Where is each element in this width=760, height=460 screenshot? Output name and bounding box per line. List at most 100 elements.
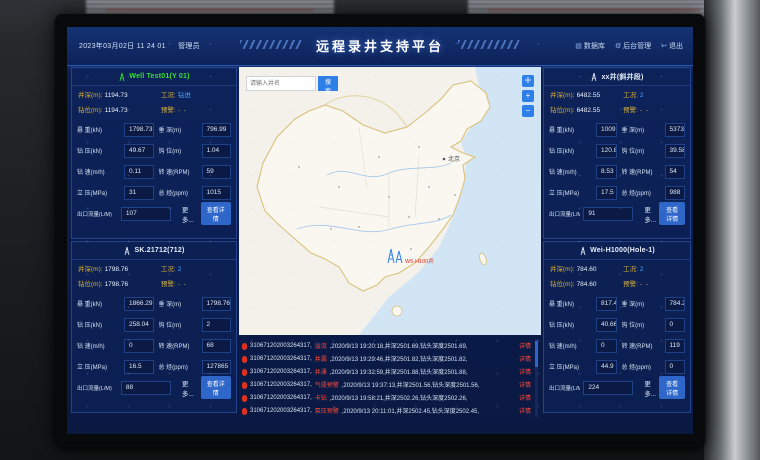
more-link[interactable]: 更多... bbox=[644, 204, 656, 224]
depth-label: 井深(m): bbox=[550, 92, 575, 99]
alarm-bell-icon bbox=[242, 395, 247, 401]
log-alarm-type: 井涌 bbox=[315, 367, 327, 376]
beijing-label: 北京 bbox=[448, 155, 460, 163]
log-detail-link[interactable]: 详情 bbox=[519, 341, 531, 350]
outflow-value: 88 bbox=[121, 381, 171, 395]
workcond-label: 工况: bbox=[623, 92, 638, 99]
log-row[interactable]: 310671202003264317,气侵预警,2020/9/13 19:37:… bbox=[242, 378, 531, 391]
totalgas-value: 127865 bbox=[202, 360, 232, 374]
well-panel-2: SK.21712(712) 井深(m):1798.76 工况:2 钻位(m):1… bbox=[71, 241, 237, 413]
hookpos-label: 钩 位(m) bbox=[622, 320, 662, 329]
wob-label: 钻 压(kN) bbox=[549, 320, 593, 329]
log-detail-link[interactable]: 详情 bbox=[519, 367, 531, 376]
log-scrollbar-track[interactable] bbox=[535, 339, 538, 417]
outflow-value: 91 bbox=[583, 207, 633, 221]
right-well-column: xx井(斜井段) 井深(m):6482.55 工况:2 钻位(m):6482.5… bbox=[543, 67, 691, 415]
rpm-value: 119 bbox=[665, 339, 686, 353]
log-row[interactable]: 310671202003264317,泵压预警,2020/9/13 20:11:… bbox=[242, 404, 531, 417]
depth-value: 1798.76 bbox=[105, 266, 129, 273]
log-well-id: 310671202003264317, bbox=[250, 408, 312, 414]
outflow-value: 107 bbox=[121, 207, 171, 221]
log-alarm-type: 气侵预警 bbox=[315, 380, 339, 389]
hookpos-value: 0 bbox=[665, 318, 686, 332]
log-row[interactable]: 310671202003264317,溢流,2020/9/13 19:20:18… bbox=[242, 339, 531, 352]
log-row[interactable]: 310671202003264317,卡钻,2020/9/13 19:58:21… bbox=[242, 391, 531, 404]
totalgas-value: 0 bbox=[665, 360, 686, 374]
nav-admin[interactable]: ⚙后台管理 bbox=[615, 41, 651, 51]
well-panel-header: xx井(斜井段) bbox=[544, 68, 690, 86]
alarm-bell-icon bbox=[242, 408, 247, 414]
wob-value: 49.67 bbox=[124, 144, 154, 158]
nav-database[interactable]: ▤数据库 bbox=[575, 41, 605, 51]
log-alarm-type: 卡钻 bbox=[315, 393, 327, 402]
log-scrollbar-thumb[interactable] bbox=[535, 341, 538, 367]
hookload-label: 悬 重(kN) bbox=[549, 125, 593, 134]
log-detail-text: ,2020/9/13 20:11:01,井深2502.45,钻头深度2502.4… bbox=[342, 406, 479, 415]
well-name: xx井(斜井段) bbox=[601, 72, 643, 82]
spp-label: 立 压(MPa) bbox=[549, 362, 593, 371]
outflow-label: 出口流量(L/M) bbox=[77, 384, 118, 392]
page-title: 远程录井支持平台 bbox=[316, 36, 444, 55]
log-detail-text: ,2020/9/13 19:37:13,井深2501.56,钻头深度2501.5… bbox=[342, 380, 480, 389]
spp-value: 31 bbox=[124, 186, 154, 200]
totalgas-label: 总 烃(ppm) bbox=[622, 362, 662, 371]
rop-value: 0 bbox=[124, 339, 154, 353]
log-detail-link[interactable]: 详情 bbox=[519, 354, 531, 363]
alarm-label: 预警: bbox=[161, 107, 176, 114]
well-name: Wei-H1000(Hole-1) bbox=[590, 247, 655, 254]
search-button[interactable]: 搜索 bbox=[318, 76, 338, 91]
log-row[interactable]: 310671202003264317,井漏,2020/9/13 19:29:46… bbox=[242, 352, 531, 365]
totalgas-value: 1015 bbox=[202, 186, 232, 200]
rop-value: 8.53 bbox=[596, 165, 617, 179]
nav-logout[interactable]: ↩退出 bbox=[661, 41, 683, 51]
beijing-dot bbox=[443, 158, 446, 161]
more-link[interactable]: 更多... bbox=[644, 378, 656, 398]
log-detail-link[interactable]: 详情 bbox=[519, 380, 531, 389]
hookload-label: 悬 重(kN) bbox=[77, 299, 121, 308]
logout-icon: ↩ bbox=[661, 42, 667, 50]
rop-value: 0 bbox=[596, 339, 617, 353]
workcond-label: 工况: bbox=[161, 266, 176, 273]
well-panel-3: xx井(斜井段) 井深(m):6482.55 工况:2 钻位(m):6482.5… bbox=[543, 67, 691, 239]
derrick-icon bbox=[123, 246, 131, 256]
well-detail-button[interactable]: 查看详情 bbox=[659, 376, 685, 399]
workcond-label: 工况: bbox=[623, 266, 638, 273]
tvd-value: 1798.76 bbox=[202, 297, 232, 311]
spp-label: 立 压(MPa) bbox=[77, 188, 121, 197]
well-search-input[interactable] bbox=[246, 76, 316, 91]
tvd-label: 垂 深(m) bbox=[622, 125, 662, 134]
more-link[interactable]: 更多... bbox=[182, 204, 198, 224]
tvd-value: 784.28 bbox=[665, 297, 686, 311]
china-map[interactable]: 北京 W5-H100井 搜索 ✛ + − bbox=[239, 67, 541, 335]
title-stripe-left bbox=[240, 40, 302, 49]
well-detail-button[interactable]: 查看详情 bbox=[659, 202, 685, 225]
bitpos-label: 钻位(m): bbox=[78, 281, 103, 288]
outflow-value: 224 bbox=[583, 381, 633, 395]
map-zoom-in-icon[interactable]: + bbox=[522, 90, 534, 102]
rpm-value: 54 bbox=[665, 165, 686, 179]
well-detail-button[interactable]: 查看详情 bbox=[201, 376, 231, 399]
tvd-value: 796.99 bbox=[202, 123, 232, 137]
tvd-label: 垂 深(m) bbox=[622, 299, 662, 308]
map-zoom-out-icon[interactable]: − bbox=[522, 105, 534, 117]
log-detail-text: ,2020/9/13 19:29:46,井深2501.82,钻头深度2501.8… bbox=[330, 354, 468, 363]
map-pan-icon[interactable]: ✛ bbox=[522, 75, 534, 87]
log-detail-link[interactable]: 详情 bbox=[519, 406, 531, 415]
wob-label: 钻 压(kN) bbox=[77, 146, 121, 155]
hainan-island bbox=[392, 306, 402, 316]
depth-label: 井深(m): bbox=[78, 266, 103, 273]
map-search: 搜索 bbox=[246, 76, 338, 91]
outflow-label: 出口流量(L/M) bbox=[77, 210, 118, 218]
rpm-label: 转 速(RPM) bbox=[622, 341, 662, 350]
more-link[interactable]: 更多... bbox=[182, 378, 198, 398]
rpm-label: 转 速(RPM) bbox=[622, 167, 662, 176]
rpm-label: 转 速(RPM) bbox=[159, 341, 199, 350]
log-detail-text: ,2020/9/13 19:58:21,井深2502.26,钻头深度2502.2… bbox=[330, 393, 468, 402]
log-row[interactable]: 310671202003264317,井涌,2020/9/13 19:32:59… bbox=[242, 365, 531, 378]
wob-value: 120.83 bbox=[596, 144, 617, 158]
well-panel-header: Well Test01(Y 01) bbox=[72, 68, 236, 86]
log-alarm-type: 井漏 bbox=[315, 354, 327, 363]
log-detail-link[interactable]: 详情 bbox=[519, 393, 531, 402]
well-detail-button[interactable]: 查看详情 bbox=[201, 202, 231, 225]
dashboard-screen: 2023年03月02日 11 24 01 管理员 远程录井支持平台 ▤数据库 ⚙… bbox=[67, 27, 693, 434]
